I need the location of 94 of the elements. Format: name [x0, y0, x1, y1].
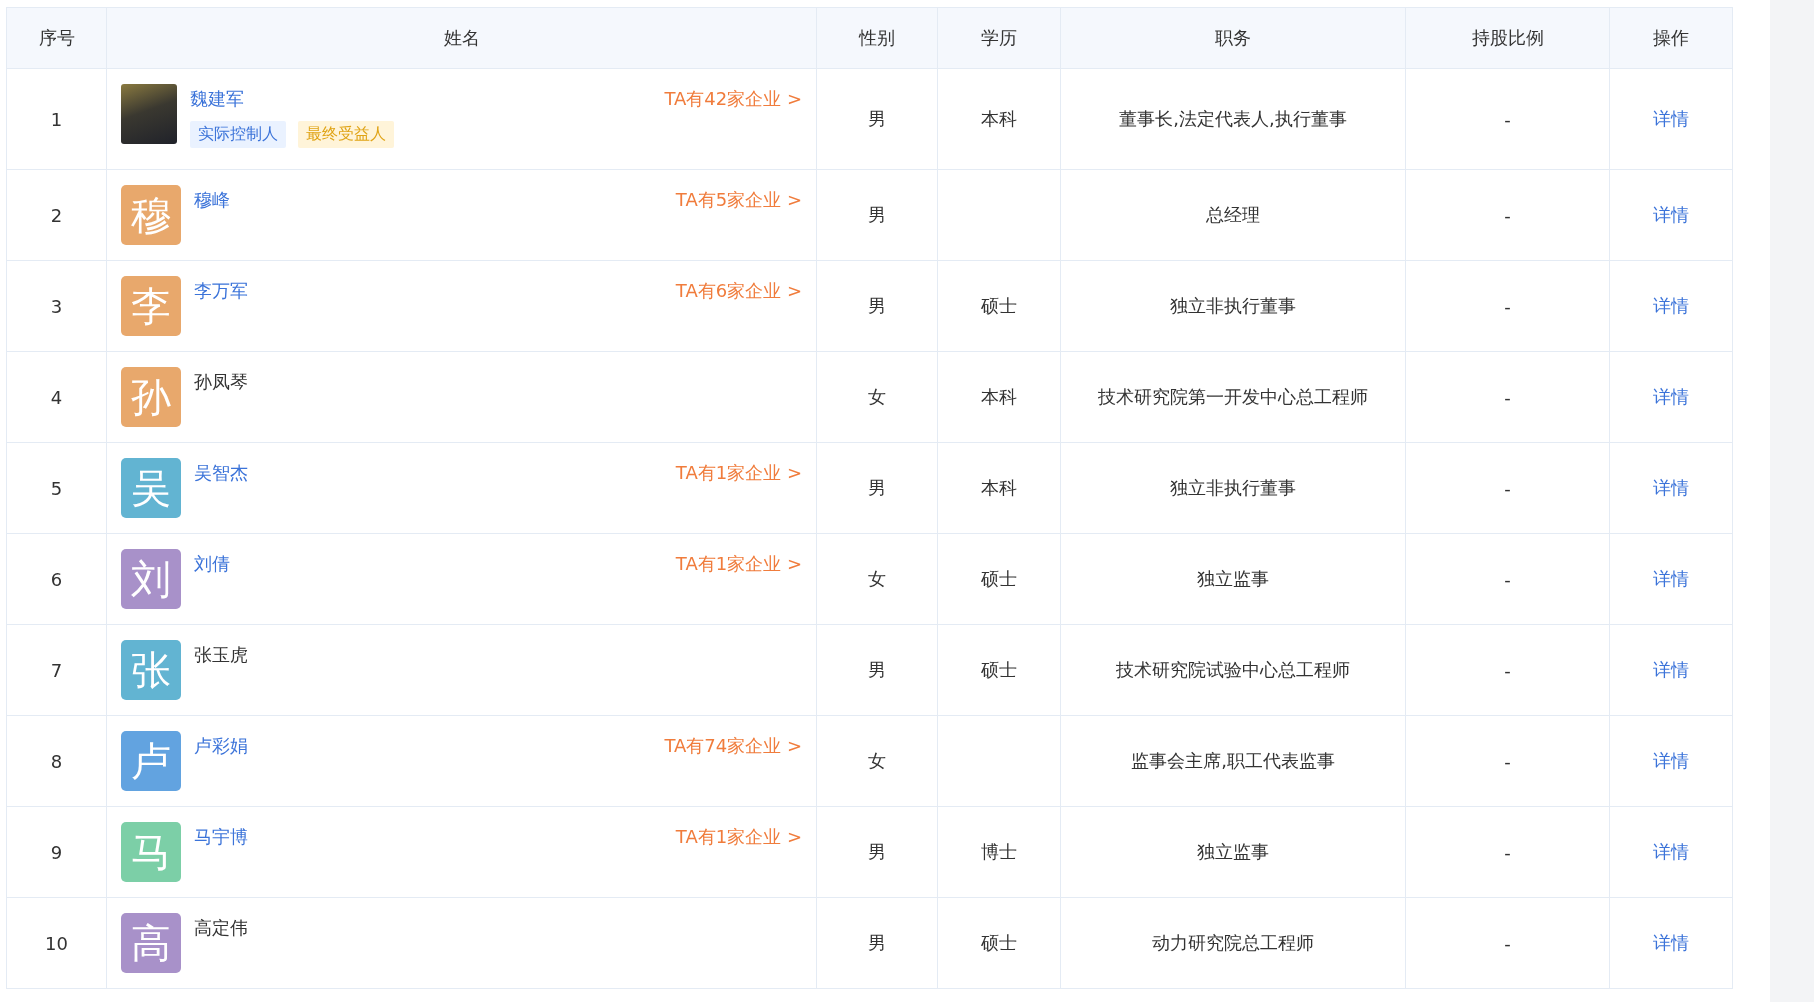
details-link[interactable]: 详情 [1653, 568, 1689, 589]
gender-text: 男 [868, 477, 886, 498]
share-text: - [1504, 108, 1511, 130]
position-text: 董事长,法定代表人,执行董事 [1119, 108, 1347, 129]
person-name-link[interactable]: 刘倩 [194, 552, 230, 576]
position-text: 监事会主席,职工代表监事 [1131, 750, 1335, 771]
person-name-link[interactable]: 魏建军 [190, 87, 244, 111]
gender-text: 男 [868, 932, 886, 953]
share-text: - [1504, 477, 1511, 499]
gender-text: 男 [868, 841, 886, 862]
education-text: 本科 [981, 386, 1017, 407]
education-text: 本科 [981, 477, 1017, 498]
details-link[interactable]: 详情 [1653, 841, 1689, 862]
column-header: 职务 [1215, 26, 1251, 50]
row-number: 5 [50, 477, 63, 499]
row-number: 8 [50, 750, 63, 772]
share-text: - [1504, 750, 1511, 772]
education-text: 博士 [981, 841, 1017, 862]
row-number: 9 [50, 841, 63, 863]
position-text: 技术研究院第一开发中心总工程师 [1098, 386, 1368, 407]
gender-text: 男 [868, 295, 886, 316]
details-link[interactable]: 详情 [1653, 750, 1689, 771]
companies-link[interactable]: TA有42家企业 > [664, 87, 802, 111]
column-header: 姓名 [443, 26, 480, 50]
share-text: - [1504, 295, 1511, 317]
education-text: 硕士 [981, 295, 1017, 316]
avatar: 张 [121, 640, 181, 700]
share-text: - [1504, 386, 1511, 408]
photo-placeholder [121, 84, 177, 144]
person-name: 孙凤琴 [194, 370, 248, 394]
education-text: 硕士 [981, 568, 1017, 589]
person-name-link[interactable]: 李万军 [194, 279, 248, 303]
role-tag: 最终受益人 [298, 121, 394, 148]
position-text: 独立监事 [1197, 841, 1269, 862]
position-text: 技术研究院试验中心总工程师 [1116, 659, 1350, 680]
person-name: 张玉虎 [194, 643, 248, 667]
avatar: 李 [121, 276, 181, 336]
education-text: 本科 [981, 108, 1017, 129]
column-header: 操作 [1653, 26, 1689, 50]
position-text: 独立非执行董事 [1170, 295, 1296, 316]
position-text: 独立监事 [1197, 568, 1269, 589]
column-header: 性别 [859, 26, 895, 50]
avatar: 卢 [121, 731, 181, 791]
avatar: 刘 [121, 549, 181, 609]
gender-text: 女 [868, 386, 886, 407]
education-text: 硕士 [981, 932, 1017, 953]
column-header: 学历 [981, 26, 1017, 50]
gender-text: 女 [868, 568, 886, 589]
column-header: 序号 [38, 26, 75, 50]
avatar: 高 [121, 913, 181, 973]
details-link[interactable]: 详情 [1653, 659, 1689, 680]
gender-text: 男 [868, 204, 886, 225]
details-link[interactable]: 详情 [1653, 295, 1689, 316]
person-name-link[interactable]: 穆峰 [194, 188, 230, 212]
companies-link[interactable]: TA有1家企业 > [675, 552, 802, 576]
person-name-link[interactable]: 卢彩娟 [194, 734, 248, 758]
row-number: 7 [50, 659, 63, 681]
role-tag: 实际控制人 [190, 121, 286, 148]
details-link[interactable]: 详情 [1653, 204, 1689, 225]
details-link[interactable]: 详情 [1653, 477, 1689, 498]
position-text: 动力研究院总工程师 [1152, 932, 1314, 953]
details-link[interactable]: 详情 [1653, 386, 1689, 407]
companies-link[interactable]: TA有1家企业 > [675, 461, 802, 485]
row-number: 4 [50, 386, 63, 408]
avatar: 孙 [121, 367, 181, 427]
position-text: 总经理 [1206, 204, 1260, 225]
gender-text: 男 [868, 659, 886, 680]
person-name-link[interactable]: 马宇博 [194, 825, 248, 849]
companies-link[interactable]: TA有6家企业 > [675, 279, 802, 303]
share-text: - [1504, 568, 1511, 590]
companies-link[interactable]: TA有1家企业 > [675, 825, 802, 849]
position-text: 独立非执行董事 [1170, 477, 1296, 498]
row-number: 1 [50, 108, 63, 130]
column-header: 持股比例 [1471, 26, 1544, 50]
education-text: 硕士 [981, 659, 1017, 680]
details-link[interactable]: 详情 [1653, 932, 1689, 953]
companies-link[interactable]: TA有5家企业 > [675, 188, 802, 212]
row-number: 6 [50, 568, 63, 590]
share-text: - [1504, 204, 1511, 226]
share-text: - [1504, 932, 1511, 954]
companies-link[interactable]: TA有74家企业 > [664, 734, 802, 758]
gender-text: 男 [868, 108, 886, 129]
details-link[interactable]: 详情 [1653, 108, 1689, 129]
person-name: 高定伟 [194, 916, 248, 940]
gender-text: 女 [868, 750, 886, 771]
share-text: - [1504, 659, 1511, 681]
row-number: 2 [50, 204, 63, 226]
avatar: 吴 [121, 458, 181, 518]
avatar: 穆 [121, 185, 181, 245]
person-name-link[interactable]: 吴智杰 [194, 461, 248, 485]
share-text: - [1504, 841, 1511, 863]
avatar: 马 [121, 822, 181, 882]
row-number: 10 [45, 932, 68, 954]
row-number: 3 [50, 295, 63, 317]
